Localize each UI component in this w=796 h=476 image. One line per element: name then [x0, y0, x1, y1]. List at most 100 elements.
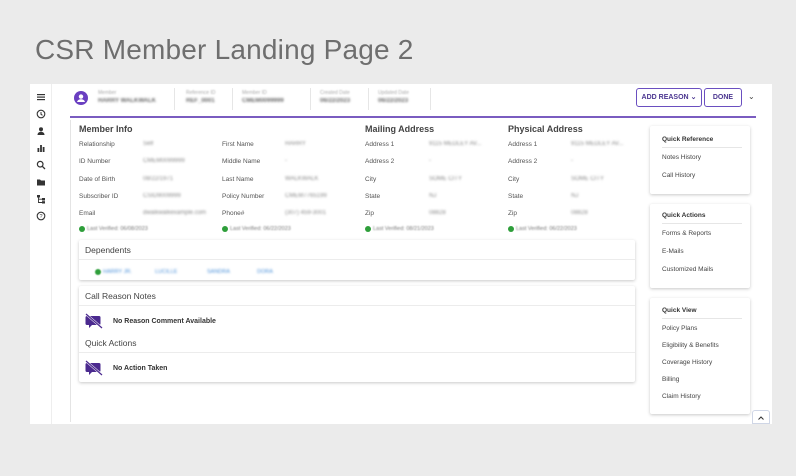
billing-link[interactable]: Billing	[662, 376, 679, 383]
call-history-link[interactable]: Call History	[662, 172, 695, 179]
comment-off-icon	[85, 360, 103, 376]
member-info-value: -	[285, 158, 287, 164]
add-reason-button[interactable]: ADD REASON ⌄	[636, 88, 702, 107]
check-icon	[365, 226, 371, 232]
page-title: CSR Member Landing Page 2	[35, 34, 414, 65]
no-action-message: No Action Taken	[113, 365, 168, 372]
physical-value: -	[571, 158, 573, 164]
physical-label: Address 2	[508, 158, 538, 165]
header-divider	[174, 88, 175, 110]
mailing-value: 08828	[429, 210, 446, 216]
verified-badge: Last Verified: 06/22/2023	[508, 226, 577, 232]
member-info-label: Email	[79, 210, 96, 217]
forms-reports-link[interactable]: Forms & Reports	[662, 230, 711, 237]
member-info-label: Date of Birth	[79, 176, 116, 183]
header-field-updated: Updated Date 06/22/2023	[378, 90, 409, 104]
quick-actions-side-card: Quick Actions Forms & Reports E-Mails Cu…	[650, 204, 750, 288]
quick-reference-card: Quick Reference Notes History Call Histo…	[650, 126, 750, 194]
svg-text:?: ?	[39, 214, 42, 220]
header-divider	[232, 88, 233, 110]
expand-chevron-icon[interactable]: ⌄	[748, 92, 755, 101]
notes-actions-card: Call Reason Notes No Reason Comment Avai…	[79, 286, 635, 382]
quick-reference-title: Quick Reference	[662, 136, 714, 143]
member-info-value: HARRY	[285, 141, 306, 147]
quick-view-title: Quick View	[662, 307, 697, 314]
quick-actions-title: Quick Actions	[85, 338, 137, 348]
physical-address-title: Physical Address	[508, 124, 583, 134]
member-info-title: Member Info	[79, 124, 133, 134]
member-info-value: WALKWALK	[285, 176, 319, 182]
help-icon[interactable]: ?	[36, 211, 46, 221]
physical-label: Address 1	[508, 141, 538, 148]
divider	[79, 305, 635, 306]
history-icon[interactable]	[36, 109, 46, 119]
member-info-value: CSID9009999	[143, 193, 181, 199]
member-info-label: Phone#	[222, 210, 245, 217]
member-info-value: (307) 459-3001	[285, 210, 327, 216]
member-info-label: Policy Number	[222, 193, 265, 200]
policy-plans-link[interactable]: Policy Plans	[662, 325, 697, 332]
bar-chart-icon[interactable]	[36, 143, 46, 153]
header-divider	[310, 88, 311, 110]
dependent-link[interactable]: HARRY JR.	[103, 269, 132, 275]
header-divider	[368, 88, 369, 110]
divider	[662, 147, 742, 148]
check-icon	[222, 226, 228, 232]
physical-value: 9115 MEDLEY AV...	[571, 141, 624, 147]
person-icon[interactable]	[36, 126, 46, 136]
member-avatar-icon	[74, 91, 88, 105]
mailing-label: Address 1	[365, 141, 395, 148]
dependent-link[interactable]: DORA	[257, 269, 273, 275]
check-icon	[79, 226, 85, 232]
check-icon	[508, 226, 514, 232]
physical-label: State	[508, 193, 524, 200]
physical-label: Zip	[508, 210, 518, 217]
verified-badge: Last Verified: 08/21/2023	[365, 226, 434, 232]
member-info-label: Relationship	[79, 141, 115, 148]
mailing-label: Zip	[365, 210, 375, 217]
done-button[interactable]: DONE	[704, 88, 742, 107]
check-icon	[95, 269, 101, 275]
dependent-link[interactable]: SANDRA	[207, 269, 230, 275]
left-rail: ?	[30, 84, 52, 424]
physical-value: NJ	[571, 193, 579, 199]
physical-value: SOME CITY	[571, 176, 605, 182]
header-divider	[430, 88, 431, 110]
dependents-card: Dependents HARRY JR. LUCILLE SANDRA DORA	[79, 240, 635, 280]
search-icon[interactable]	[36, 160, 46, 170]
chevron-up-icon	[758, 416, 764, 420]
header-field-member-id: Member ID CMEM0099999	[242, 90, 284, 104]
notes-history-link[interactable]: Notes History	[662, 154, 701, 161]
dependent-link[interactable]: LUCILLE	[155, 269, 177, 275]
customized-mails-link[interactable]: Customized Mails	[662, 266, 713, 273]
physical-label: City	[508, 176, 520, 183]
menu-icon[interactable]	[36, 92, 46, 102]
divider	[662, 318, 742, 319]
claim-history-link[interactable]: Claim History	[662, 393, 701, 400]
eligibility-benefits-link[interactable]: Eligibility & Benefits	[662, 342, 719, 349]
mailing-address-title: Mailing Address	[365, 124, 435, 134]
member-info-value: Self	[143, 141, 154, 147]
header-field-created: Created Date 06/22/2023	[320, 90, 351, 104]
divider	[662, 223, 742, 224]
comment-off-icon	[85, 313, 103, 329]
folder-icon[interactable]	[36, 177, 46, 187]
header-field-reference: Reference ID REF_0001	[186, 90, 216, 104]
emails-link[interactable]: E-Mails	[662, 248, 684, 255]
member-info-label: ID Number	[79, 158, 111, 165]
coverage-history-link[interactable]: Coverage History	[662, 359, 712, 366]
dependents-title: Dependents	[85, 245, 131, 255]
mailing-label: State	[365, 193, 381, 200]
member-info-label: First Name	[222, 141, 254, 148]
mailing-label: Address 2	[365, 158, 395, 165]
mailing-value: 9115 MEDLEY AV...	[429, 141, 482, 147]
divider	[79, 259, 635, 260]
app-window: ? Member HARRY WALKWALK Reference ID REF…	[30, 84, 772, 424]
scroll-top-button[interactable]	[752, 410, 770, 424]
verified-badge: Last Verified: 06/08/2023	[79, 226, 148, 232]
member-info-value: dwalkwalkexample.com	[143, 210, 207, 216]
member-info-label: Subscriber ID	[79, 193, 119, 200]
hierarchy-icon[interactable]	[36, 194, 46, 204]
divider	[79, 352, 635, 353]
quick-view-card: Quick View Policy Plans Eligibility & Be…	[650, 298, 750, 414]
